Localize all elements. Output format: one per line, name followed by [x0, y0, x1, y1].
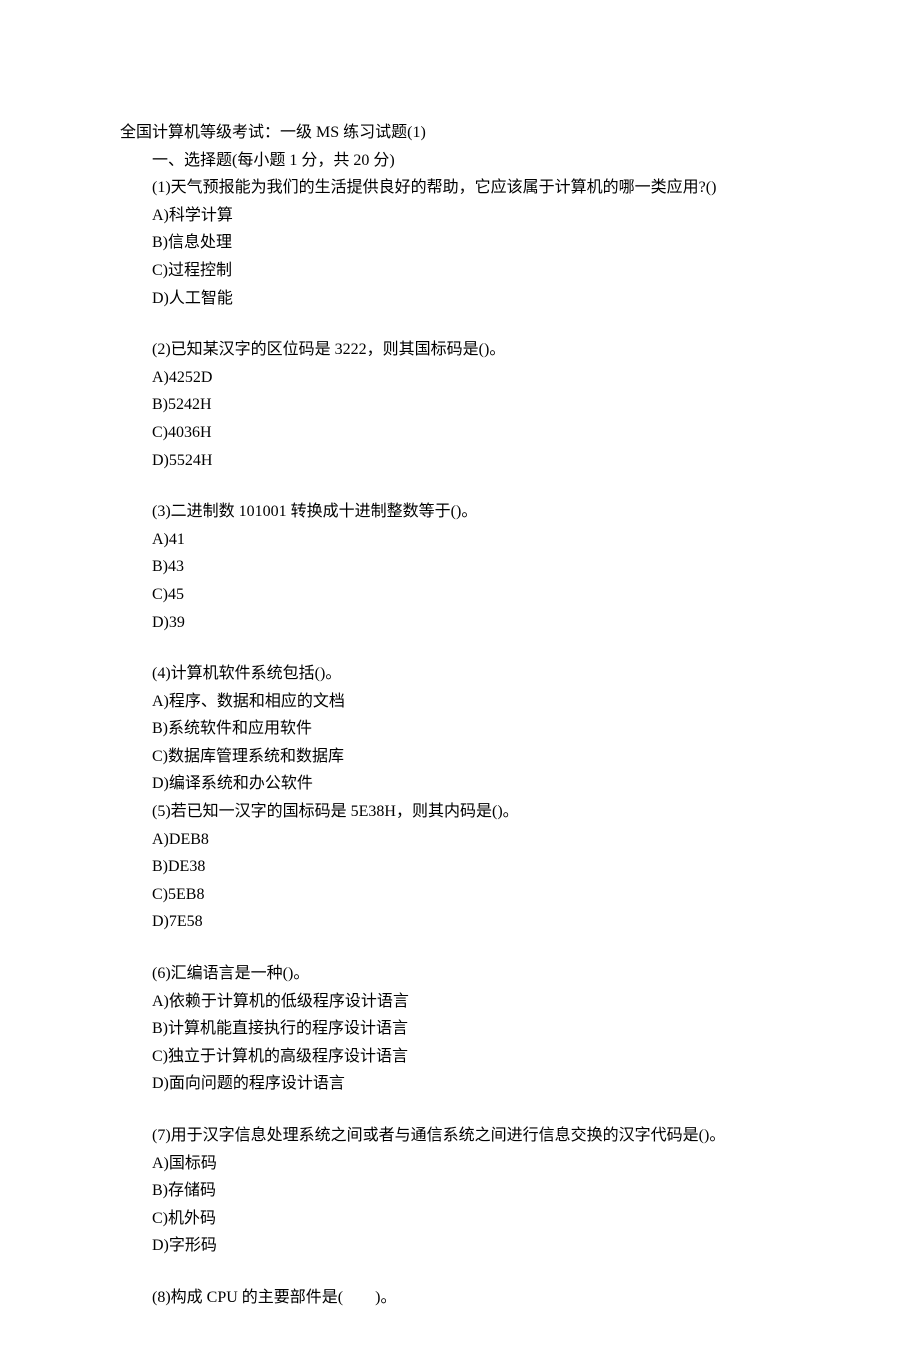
q3-option-b: B)43 [120, 554, 800, 580]
section-header: 一、选择题(每小题 1 分，共 20 分) [120, 148, 800, 174]
q3-option-a: A)41 [120, 527, 800, 553]
q4-option-d: D)编译系统和办公软件 [120, 771, 800, 797]
q7-option-b: B)存储码 [120, 1178, 800, 1204]
q4-prompt: (4)计算机软件系统包括()。 [120, 661, 800, 687]
q5-option-a: A)DEB8 [120, 827, 800, 853]
q2-option-b: B)5242H [120, 392, 800, 418]
spacer [120, 475, 800, 499]
q1-prompt: (1)天气预报能为我们的生活提供良好的帮助，它应该属于计算机的哪一类应用?() [120, 175, 800, 201]
spacer [120, 937, 800, 961]
q4-option-b: B)系统软件和应用软件 [120, 716, 800, 742]
q3-prompt: (3)二进制数 101001 转换成十进制整数等于()。 [120, 499, 800, 525]
spacer [120, 637, 800, 661]
q7-option-c: C)机外码 [120, 1206, 800, 1232]
q2-option-a: A)4252D [120, 365, 800, 391]
spacer [120, 1261, 800, 1285]
q6-option-c: C)独立于计算机的高级程序设计语言 [120, 1044, 800, 1070]
q4-option-a: A)程序、数据和相应的文档 [120, 689, 800, 715]
q2-prompt: (2)已知某汉字的区位码是 3222，则其国标码是()。 [120, 337, 800, 363]
spacer [120, 1099, 800, 1123]
q3-option-c: C)45 [120, 582, 800, 608]
q5-option-c: C)5EB8 [120, 882, 800, 908]
q7-option-d: D)字形码 [120, 1233, 800, 1259]
q1-option-a: A)科学计算 [120, 203, 800, 229]
q5-option-b: B)DE38 [120, 854, 800, 880]
q7-option-a: A)国标码 [120, 1151, 800, 1177]
q6-option-d: D)面向问题的程序设计语言 [120, 1071, 800, 1097]
q7-prompt: (7)用于汉字信息处理系统之间或者与通信系统之间进行信息交换的汉字代码是()。 [120, 1123, 800, 1149]
q1-option-b: B)信息处理 [120, 230, 800, 256]
q6-option-b: B)计算机能直接执行的程序设计语言 [120, 1016, 800, 1042]
q5-prompt: (5)若已知一汉字的国标码是 5E38H，则其内码是()。 [120, 799, 800, 825]
q1-option-d: D)人工智能 [120, 286, 800, 312]
q3-option-d: D)39 [120, 610, 800, 636]
q4-option-c: C)数据库管理系统和数据库 [120, 744, 800, 770]
document-title: 全国计算机等级考试：一级 MS 练习试题(1) [120, 120, 800, 146]
q2-option-c: C)4036H [120, 420, 800, 446]
q2-option-d: D)5524H [120, 448, 800, 474]
q1-option-c: C)过程控制 [120, 258, 800, 284]
q6-option-a: A)依赖于计算机的低级程序设计语言 [120, 989, 800, 1015]
q5-option-d: D)7E58 [120, 909, 800, 935]
q8-prompt: (8)构成 CPU 的主要部件是( )。 [120, 1285, 800, 1311]
spacer [120, 313, 800, 337]
q6-prompt: (6)汇编语言是一种()。 [120, 961, 800, 987]
